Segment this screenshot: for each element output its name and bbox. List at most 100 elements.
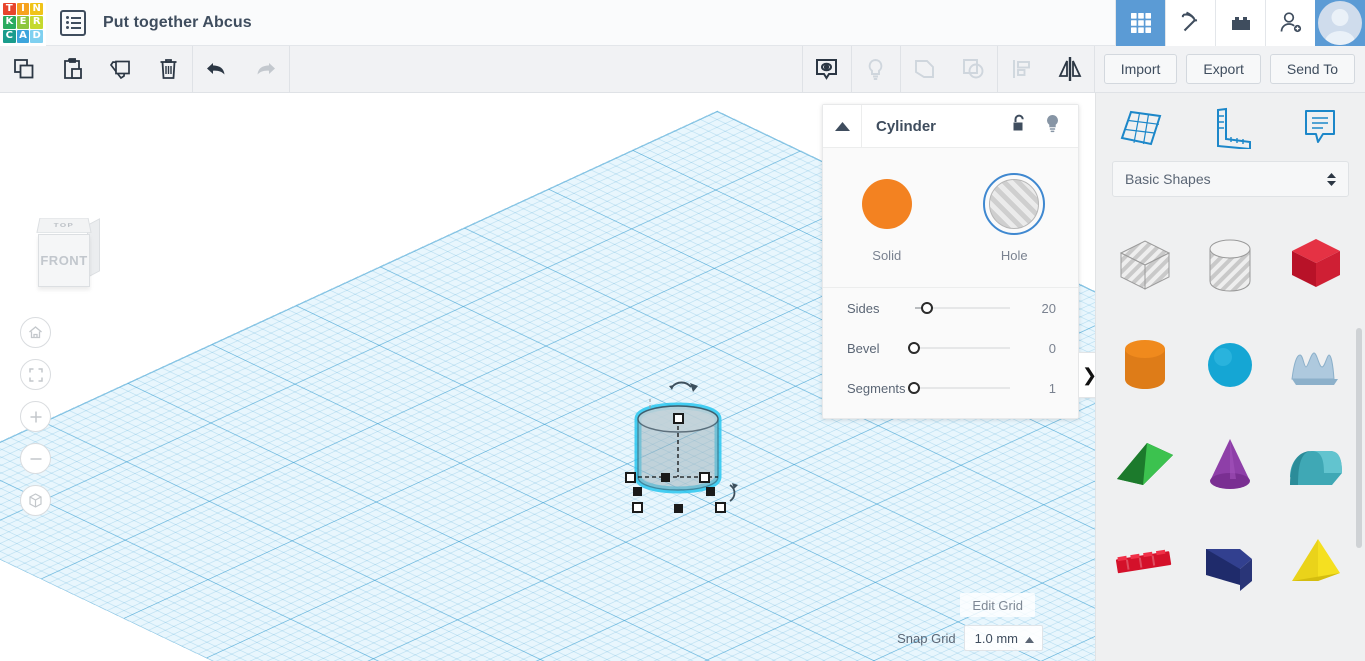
resize-handle-bottom-left[interactable]: [632, 502, 643, 513]
shape-category-value: Basic Shapes: [1125, 171, 1211, 187]
bevel-label: Bevel: [847, 340, 880, 356]
view-cube-front[interactable]: FRONT: [38, 234, 90, 287]
delete-icon[interactable]: [144, 46, 192, 93]
shape-cylinder[interactable]: [1102, 315, 1188, 415]
chevron-up-icon: [1025, 631, 1034, 646]
ruler-icon[interactable]: [1186, 105, 1276, 149]
resize-handle-corner-br[interactable]: [706, 487, 715, 496]
solid-hole-selector: Solid Hole: [823, 148, 1078, 275]
paste-icon[interactable]: [48, 46, 96, 93]
logo-tile-r: R: [30, 16, 43, 29]
properties-header: Cylinder: [823, 104, 1078, 148]
app-header: TIN KER CAD Put together Abcus: [0, 0, 1365, 46]
export-button[interactable]: Export: [1186, 54, 1261, 84]
snap-grid-value: 1.0 mm: [974, 630, 1018, 646]
blocks-icon[interactable]: [1215, 0, 1265, 46]
align-icon[interactable]: [998, 46, 1046, 93]
lightbulb-icon[interactable]: [852, 46, 900, 93]
view-cube-front-label: FRONT: [40, 253, 88, 268]
bevel-slider-row: Bevel 0: [823, 328, 1078, 368]
lightbulb-icon[interactable]: [1044, 114, 1061, 139]
bevel-slider-knob[interactable]: [908, 342, 920, 354]
shape-box-hole[interactable]: [1102, 215, 1188, 315]
resize-handle-mid-left[interactable]: [661, 473, 670, 482]
mirror-icon[interactable]: [1046, 46, 1094, 93]
resize-handle-corner-bl[interactable]: [633, 487, 642, 496]
snap-grid-select[interactable]: 1.0 mm: [963, 625, 1043, 651]
home-view-icon[interactable]: [20, 317, 51, 348]
hole-label: Hole: [1000, 248, 1028, 263]
resize-handle-bottom-right[interactable]: [715, 502, 726, 513]
resize-handle-bottom-mid[interactable]: [674, 504, 683, 513]
note-icon[interactable]: [1275, 105, 1365, 149]
shape-box[interactable]: [1273, 215, 1359, 315]
collapse-panel-button[interactable]: [823, 104, 862, 148]
pickaxe-icon[interactable]: [1165, 0, 1215, 46]
import-button[interactable]: Import: [1103, 54, 1178, 84]
sides-slider[interactable]: [915, 300, 1022, 316]
shape-scribble[interactable]: [1273, 315, 1359, 415]
view-cube-top[interactable]: TOP: [36, 218, 92, 233]
snap-grid-control: Snap Grid 1.0 mm: [897, 625, 1043, 651]
shape-category-wrap: Basic Shapes: [1096, 161, 1365, 197]
logo-tile-i: I: [16, 2, 30, 16]
zoom-in-icon[interactable]: [20, 401, 51, 432]
shape-library-grid[interactable]: [1096, 215, 1365, 655]
segments-slider-knob[interactable]: [908, 382, 920, 394]
shape-wedge[interactable]: [1102, 415, 1188, 515]
shape-properties-panel: Cylinder Solid Hole Sides 20 Bevel 0 Seg…: [822, 104, 1079, 419]
undo-icon[interactable]: [193, 46, 241, 93]
resize-handle-right[interactable]: [699, 472, 710, 483]
avatar[interactable]: [1315, 0, 1365, 46]
shape-pyramid[interactable]: [1273, 515, 1359, 615]
ungroup-icon[interactable]: [949, 46, 997, 93]
perspective-toggle-icon[interactable]: [20, 485, 51, 516]
logo-tile-n: N: [30, 2, 43, 16]
shape-cylinder-hole[interactable]: [1188, 215, 1274, 315]
edit-grid-button[interactable]: Edit Grid: [960, 593, 1035, 617]
resize-handle-top[interactable]: [673, 413, 684, 424]
logo-tile-a: A: [16, 29, 30, 43]
view-cube[interactable]: TOP FRONT: [25, 213, 105, 295]
shape-cone[interactable]: [1188, 415, 1274, 515]
group-icon[interactable]: [901, 46, 949, 93]
tinkercad-app: TINKERCAD Put together Abcus Import Expo…: [0, 0, 1365, 661]
shape-text[interactable]: [1102, 515, 1188, 615]
main-toolbar: Import Export Send To: [0, 45, 1365, 93]
navigation-controls: [20, 317, 51, 516]
duplicate-icon[interactable]: [96, 46, 144, 93]
sides-slider-knob[interactable]: [921, 302, 933, 314]
zoom-out-icon[interactable]: [20, 443, 51, 474]
add-person-icon[interactable]: [1265, 0, 1315, 46]
sidebar-tool-icons: [1096, 93, 1365, 161]
shape-roof[interactable]: [1273, 415, 1359, 515]
solid-mode-button[interactable]: Solid: [823, 173, 951, 263]
workplane-note-icon[interactable]: [803, 46, 851, 93]
segments-value: 1: [1048, 380, 1056, 396]
tinkercad-logo[interactable]: TIN KER CAD: [0, 0, 46, 46]
segments-slider[interactable]: [908, 380, 1022, 396]
selected-object-cylinder[interactable]: [620, 373, 760, 518]
list-document-icon[interactable]: [60, 9, 86, 36]
copy-icon[interactable]: [0, 46, 48, 93]
fit-to-view-icon[interactable]: [20, 359, 51, 390]
shape-category-select[interactable]: Basic Shapes: [1112, 161, 1349, 197]
bevel-value: 0: [1048, 340, 1056, 356]
shape-sphere[interactable]: [1188, 315, 1274, 415]
bevel-slider[interactable]: [908, 340, 1022, 356]
hole-swatch-ring: [983, 173, 1046, 235]
shape-polygon[interactable]: [1188, 515, 1274, 615]
grid-apps-icon[interactable]: [1115, 0, 1165, 46]
workplane-icon[interactable]: [1096, 105, 1186, 149]
solid-swatch: [861, 179, 912, 229]
unlock-icon[interactable]: [1011, 114, 1028, 138]
sidebar-scrollbar[interactable]: [1356, 328, 1362, 548]
redo-icon[interactable]: [241, 46, 289, 93]
shapes-sidebar: Basic Shapes: [1095, 93, 1365, 661]
solid-label: Solid: [872, 248, 902, 263]
hole-mode-button[interactable]: Hole: [951, 173, 1079, 263]
send-to-button[interactable]: Send To: [1269, 54, 1355, 84]
logo-tile-d: D: [30, 29, 43, 43]
resize-handle-left[interactable]: [625, 472, 636, 483]
segments-slider-row: Segments 1: [823, 368, 1078, 408]
